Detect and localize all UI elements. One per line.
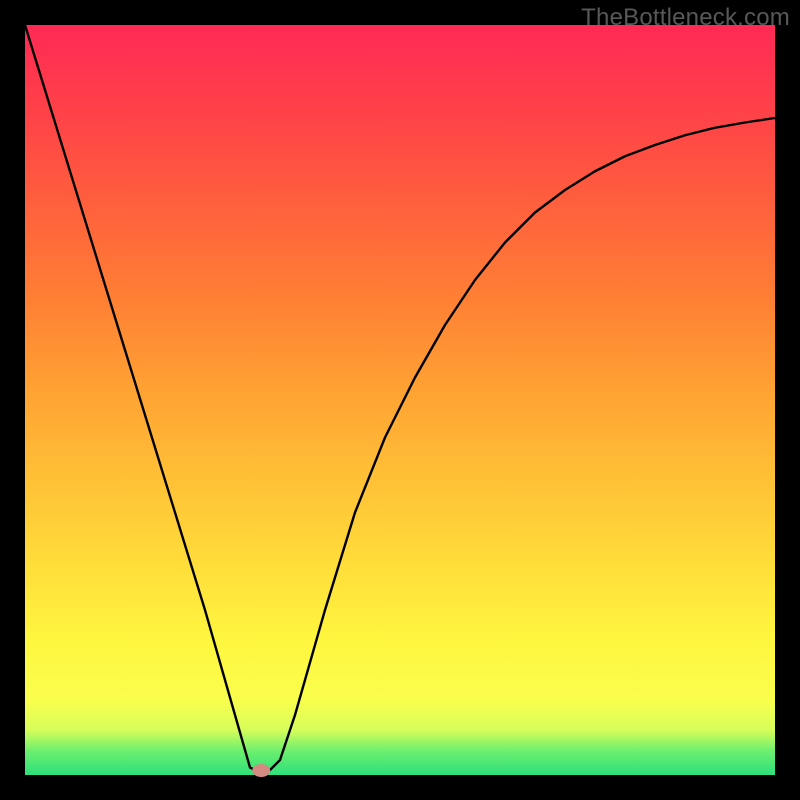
optimum-marker xyxy=(252,764,270,777)
plot-area xyxy=(25,25,775,775)
chart-frame: TheBottleneck.com xyxy=(0,0,800,800)
bottleneck-curve xyxy=(25,25,775,775)
curve-svg xyxy=(25,25,775,775)
